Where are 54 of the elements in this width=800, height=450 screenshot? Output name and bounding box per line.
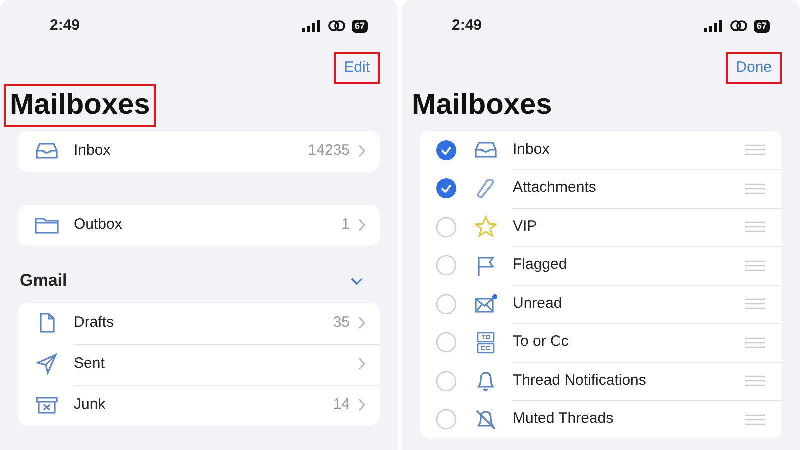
link-icon xyxy=(326,20,347,32)
unchecked-circle[interactable] xyxy=(436,332,457,354)
mailbox-name: Thread Notifications xyxy=(513,370,646,391)
mailbox-name: To or Cc xyxy=(513,332,569,352)
mailbox-name[interactable]: Sent xyxy=(74,353,105,376)
unchecked-circle[interactable] xyxy=(436,216,457,238)
chevron-right-icon xyxy=(358,316,366,330)
message-count: 35 xyxy=(333,313,350,334)
chevron-down-icon[interactable] xyxy=(350,276,364,286)
unchecked-circle[interactable] xyxy=(436,409,457,430)
chevron-right-icon xyxy=(358,218,366,232)
chevron-right-icon xyxy=(358,357,366,372)
chevron-right-icon xyxy=(358,144,366,158)
signal-icon xyxy=(302,20,322,32)
drag-handle-icon[interactable] xyxy=(744,298,766,310)
status-time: 2:49 xyxy=(50,16,80,36)
checked-circle[interactable] xyxy=(436,140,457,161)
message-count: 14 xyxy=(333,395,350,416)
drag-handle-icon[interactable] xyxy=(744,414,766,426)
nav-button[interactable]: Edit xyxy=(334,52,380,84)
drag-handle-icon[interactable] xyxy=(744,375,766,388)
star-icon xyxy=(473,215,499,240)
drag-handle-icon[interactable] xyxy=(744,221,766,234)
mailbox-name[interactable]: Drafts xyxy=(74,312,114,335)
unchecked-circle[interactable] xyxy=(436,370,457,392)
page-title: Mailboxes xyxy=(4,84,156,127)
checked-circle[interactable] xyxy=(436,178,457,200)
nav-button[interactable]: Done xyxy=(726,52,782,84)
status-time: 2:49 xyxy=(452,16,482,36)
drag-handle-icon[interactable] xyxy=(744,182,766,195)
mailbox-name: VIP xyxy=(513,216,538,237)
battery-level: 67 xyxy=(352,20,368,32)
mailbox-name: Unread xyxy=(513,294,562,314)
message-count: 1 xyxy=(342,215,350,236)
mailbox-name[interactable]: Inbox xyxy=(74,140,111,163)
mailbox-name: Attachments xyxy=(513,178,596,198)
paper-plane-icon xyxy=(34,352,60,376)
page-title: Mailboxes xyxy=(411,88,554,123)
mailbox-name: Muted Threads xyxy=(513,409,614,430)
signal-icon xyxy=(704,20,724,32)
mailbox-name[interactable]: Junk xyxy=(74,394,106,417)
chevron-right-icon xyxy=(358,398,366,412)
mailbox-name: Flagged xyxy=(513,255,568,276)
mailbox-name[interactable]: Outbox xyxy=(74,214,122,237)
mailbox-name: Inbox xyxy=(513,140,550,160)
message-count: 14235 xyxy=(308,141,350,162)
drag-handle-icon[interactable] xyxy=(744,336,766,349)
battery-level: 67 xyxy=(754,20,770,32)
drag-handle-icon[interactable] xyxy=(744,144,766,156)
link-icon xyxy=(728,20,749,32)
unchecked-circle[interactable] xyxy=(436,255,457,276)
drag-handle-icon[interactable] xyxy=(744,260,766,272)
unchecked-circle[interactable] xyxy=(436,294,457,315)
section-header: Gmail xyxy=(20,270,68,292)
